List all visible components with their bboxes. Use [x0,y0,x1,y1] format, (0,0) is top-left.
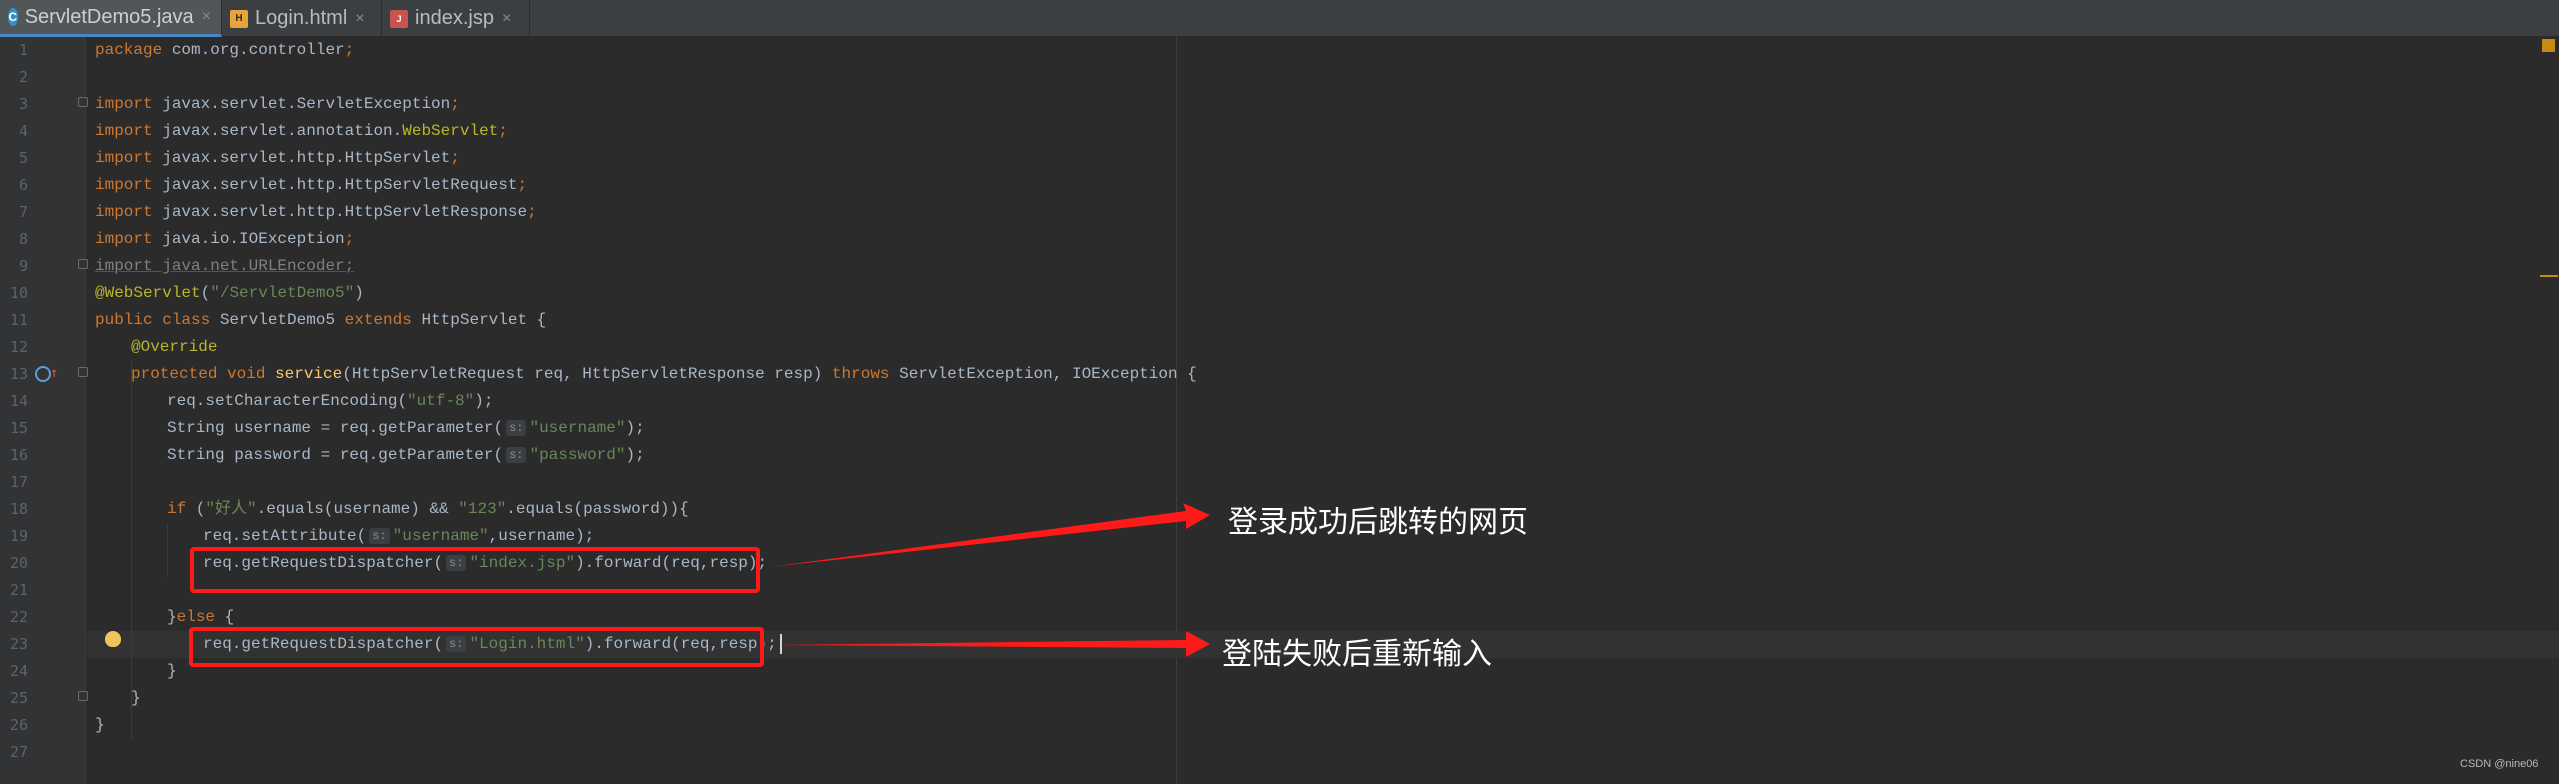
annotation-success-label: 登录成功后跳转的网页 [1228,505,1528,540]
watermark: CSDN @nine06 [2460,758,2539,770]
annotation-failure-label: 登陆失败后重新输入 [1222,637,1492,672]
arrow-to-failure-label [772,631,1210,657]
arrow-to-success-label [770,503,1210,567]
